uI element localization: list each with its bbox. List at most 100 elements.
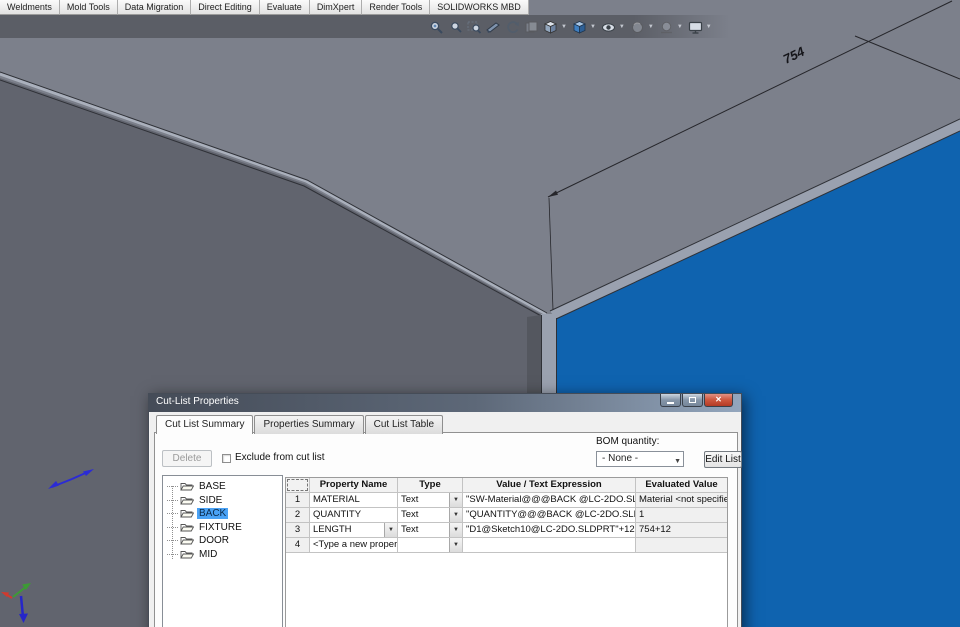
evaluated-cell: 1 (636, 508, 727, 523)
exclude-from-cut-list-label: Exclude from cut list (235, 452, 325, 463)
tree-item-door[interactable]: DOOR (163, 534, 282, 548)
section-view-icon[interactable] (485, 19, 502, 36)
cut-list-summary-page: Delete Exclude from cut list BOM quantit… (154, 432, 742, 627)
tab-properties-summary[interactable]: Properties Summary (254, 415, 364, 434)
dialog-title: Cut-List Properties (156, 396, 239, 407)
maximize-button[interactable] (682, 394, 703, 407)
table-header-row: Property Name Type Value / Text Expressi… (286, 478, 727, 493)
solidworks-window: 754 Weldments Mold Tools Data Migration … (0, 0, 960, 627)
menu-tab-data-migration[interactable]: Data Migration (117, 0, 192, 15)
type-cell[interactable]: ▼ (398, 538, 463, 553)
table-row: 1 MATERIAL Text ▼ "SW-Material@@@BACK @LC… (286, 493, 727, 508)
tab-cut-list-table[interactable]: Cut List Table (364, 415, 444, 434)
zoom-to-fit-icon[interactable] (428, 19, 445, 36)
evaluated-cell (636, 538, 727, 553)
close-button[interactable]: ✕ (704, 394, 733, 407)
cut-list-properties-dialog: Cut-List Properties ✕ Cut List Summary P… (148, 393, 742, 627)
zoom-to-area-icon[interactable] (447, 19, 464, 36)
tree-item-mid[interactable]: MID (163, 548, 282, 562)
value-cell[interactable] (463, 538, 636, 553)
type-cell[interactable]: Text ▼ (398, 508, 463, 523)
folder-icon (180, 550, 194, 559)
property-name-cell[interactable]: <Type a new propert (310, 538, 398, 553)
maximize-icon (689, 397, 696, 403)
menu-tab-evaluate[interactable]: Evaluate (259, 0, 310, 15)
folder-icon (180, 537, 194, 545)
type-cell[interactable]: Text ▼ (398, 493, 463, 508)
type-dropdown-icon[interactable]: ▼ (449, 523, 462, 537)
tree-item-base[interactable]: BASE (163, 480, 282, 494)
display-style-caret-icon[interactable]: ▼ (590, 24, 596, 30)
evaluated-cell: Material <not specified (636, 493, 727, 508)
menu-tab-solidworks-mbd[interactable]: SOLIDWORKS MBD (430, 0, 529, 15)
property-name-cell[interactable]: QUANTITY (310, 508, 398, 523)
properties-table: Property Name Type Value / Text Expressi… (285, 477, 728, 627)
tab-cut-list-summary[interactable]: Cut List Summary (156, 415, 254, 434)
tree-item-side[interactable]: SIDE (163, 494, 282, 508)
3d-drawing-view-icon[interactable] (523, 19, 540, 36)
table-row: 4 <Type a new propert ▼ (286, 538, 727, 553)
minimize-button[interactable] (660, 394, 681, 407)
view-settings-icon[interactable] (687, 19, 704, 36)
menu-tab-direct-editing[interactable]: Direct Editing (191, 0, 260, 15)
tree-connector-line (172, 486, 173, 559)
edit-appearance-caret-icon[interactable]: ▼ (648, 24, 654, 30)
hide-show-items-caret-icon[interactable]: ▼ (619, 24, 625, 30)
view-settings-caret-icon[interactable]: ▼ (706, 24, 712, 30)
display-style-icon[interactable] (571, 19, 588, 36)
exclude-from-cut-list-checkbox[interactable] (222, 454, 231, 463)
minimize-icon (667, 401, 674, 404)
close-icon: ✕ (715, 395, 722, 404)
type-dropdown-icon[interactable]: ▼ (449, 493, 462, 507)
property-name-cell[interactable]: MATERIAL (310, 493, 398, 508)
bom-quantity-dropdown[interactable]: - None - ▼ (596, 451, 684, 467)
row-number[interactable]: 2 (286, 508, 310, 523)
apply-scene-icon[interactable] (658, 19, 675, 36)
delete-button[interactable]: Delete (162, 450, 212, 467)
folder-icon (180, 523, 194, 532)
cut-list-tree: BASE SIDE BACK FIXTURE DOOR MID (162, 475, 283, 627)
menu-tab-mold-tools[interactable]: Mold Tools (59, 0, 118, 15)
value-cell[interactable]: "D1@Sketch10@LC-2DO.SLDPRT"+12 (463, 523, 636, 538)
previous-view-icon[interactable] (466, 19, 483, 36)
row-number[interactable]: 3 (286, 523, 310, 538)
view-orientation-caret-icon[interactable]: ▼ (561, 24, 567, 30)
edit-appearance-icon[interactable] (629, 19, 646, 36)
col-value-expression[interactable]: Value / Text Expression (463, 478, 636, 493)
dialog-titlebar[interactable]: Cut-List Properties ✕ (149, 394, 741, 412)
type-dropdown-icon[interactable]: ▼ (449, 508, 462, 522)
selected-tree-item: BACK (197, 508, 229, 520)
view-orientation-icon[interactable] (542, 19, 559, 36)
evaluated-cell: 754+12 (636, 523, 727, 538)
dialog-tab-strip: Cut List Summary Properties Summary Cut … (156, 415, 444, 434)
row-number[interactable]: 1 (286, 493, 310, 508)
menu-tab-render-tools[interactable]: Render Tools (362, 0, 431, 15)
folder-icon (180, 483, 194, 491)
apply-scene-caret-icon[interactable]: ▼ (677, 24, 683, 30)
edit-list-button[interactable]: Edit List (704, 451, 742, 468)
rotate-view-icon[interactable] (504, 19, 521, 36)
type-dropdown-icon[interactable]: ▼ (449, 538, 462, 552)
row-number[interactable]: 4 (286, 538, 310, 553)
hide-show-items-icon[interactable] (600, 19, 617, 36)
value-cell[interactable]: "QUANTITY@@@BACK @LC-2DO.SLDPRT" (463, 508, 636, 523)
tree-item-back[interactable]: BACK (163, 507, 282, 521)
type-cell[interactable]: Text ▼ (398, 523, 463, 538)
col-evaluated-value[interactable]: Evaluated Value (636, 478, 727, 493)
property-name-dropdown-icon[interactable]: ▼ (384, 523, 397, 537)
select-all-cell[interactable] (286, 478, 310, 493)
menu-tab-weldments[interactable]: Weldments (0, 0, 60, 15)
heads-up-toolbar: ▼ ▼ ▼ ▼ ▼ ▼ (428, 17, 714, 37)
table-row: 2 QUANTITY Text ▼ "QUANTITY@@@BACK @LC-2D… (286, 508, 727, 523)
col-type[interactable]: Type (398, 478, 463, 493)
command-manager-tabs: Weldments Mold Tools Data Migration Dire… (0, 0, 529, 15)
tree-item-fixture[interactable]: FIXTURE (163, 521, 282, 535)
menu-tab-dimxpert[interactable]: DimXpert (309, 0, 363, 15)
folder-icon (180, 496, 194, 505)
col-property-name[interactable]: Property Name (310, 478, 398, 493)
property-name-cell[interactable]: LENGTH ▼ (310, 523, 398, 538)
table-row: 3 LENGTH ▼ Text ▼ "D1@Sketch10@LC-2DO.SLDP… (286, 523, 727, 538)
chevron-down-icon: ▼ (674, 458, 681, 465)
value-cell[interactable]: "SW-Material@@@BACK @LC-2DO.SLDPRT" (463, 493, 636, 508)
folder-icon (180, 510, 194, 518)
